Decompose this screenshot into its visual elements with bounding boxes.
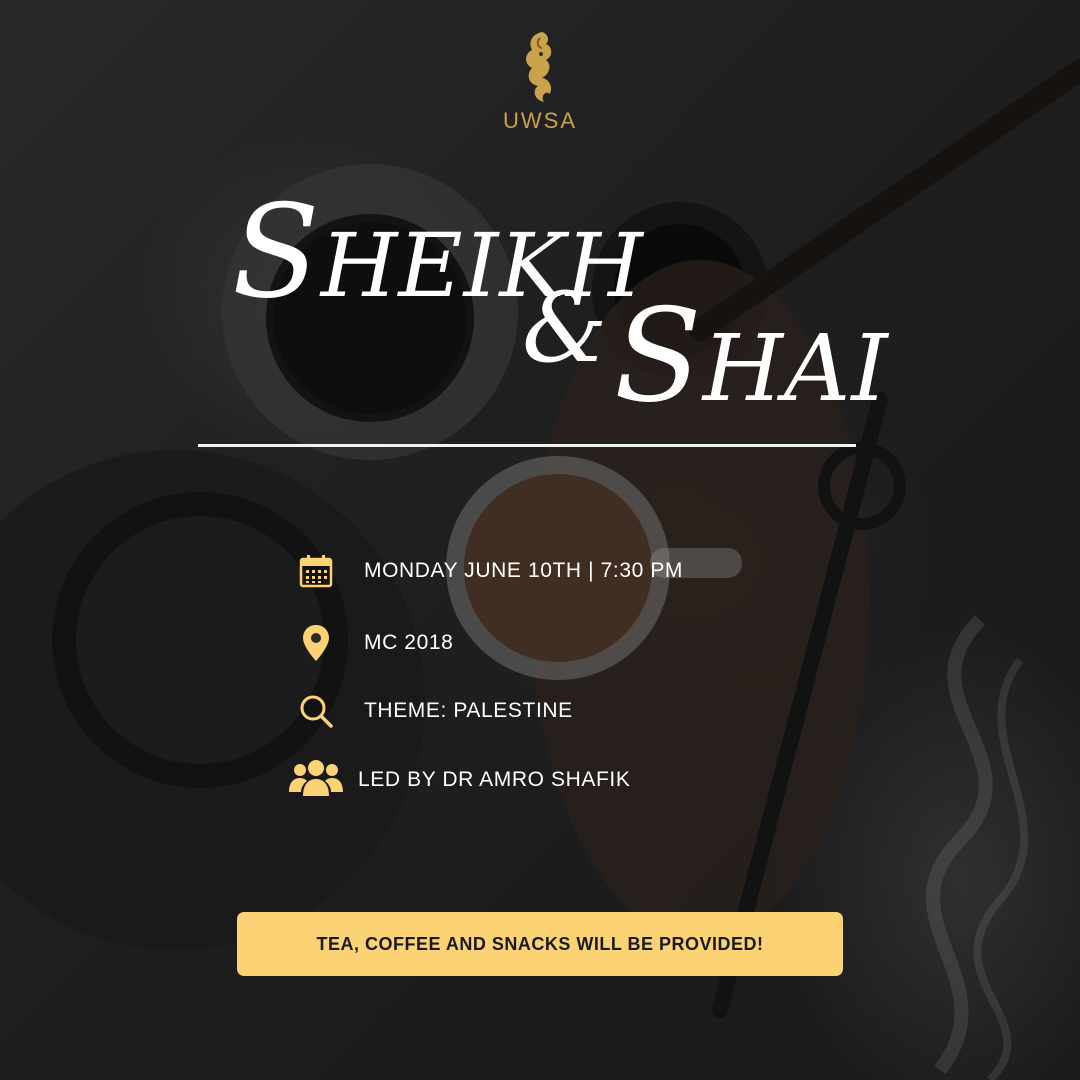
detail-row-datetime: MONDAY JUNE 10TH | 7:30 PM <box>296 551 683 591</box>
search-icon <box>296 691 336 731</box>
provisions-banner-text: TEA, COFFEE AND SNACKS WILL BE PROVIDED! <box>316 933 764 954</box>
theme-text: THEME: PALESTINE <box>364 699 573 722</box>
title-shai-rest: HAI <box>702 315 889 422</box>
title-sheikh-cap: S <box>232 178 321 327</box>
uwsa-logo: UWSA <box>496 28 584 138</box>
title-ampersand: & <box>522 272 608 384</box>
detail-row-leader: LED BY DR AMRO SHAFIK <box>289 760 631 800</box>
detail-row-location: MC 2018 <box>296 623 453 663</box>
event-poster: UWSA SHEIKH & SHAI MONDAY JUNE 10TH | 7:… <box>0 0 1080 1080</box>
location-pin-icon <box>296 623 336 663</box>
horse-head-logo-icon <box>526 32 552 102</box>
calendar-icon <box>296 551 336 591</box>
logo-text: UWSA <box>503 108 577 133</box>
location-text: MC 2018 <box>364 631 454 654</box>
title-shai-cap: S <box>614 282 703 431</box>
title-divider <box>198 444 856 447</box>
datetime-text: MONDAY JUNE 10TH | 7:30 PM <box>364 559 684 582</box>
provisions-banner: TEA, COFFEE AND SNACKS WILL BE PROVIDED! <box>237 912 843 976</box>
people-icon <box>288 760 344 800</box>
title-word-shai: SHAI <box>614 282 889 431</box>
detail-row-theme: THEME: PALESTINE <box>296 691 573 731</box>
leader-text: LED BY DR AMRO SHAFIK <box>358 768 631 791</box>
